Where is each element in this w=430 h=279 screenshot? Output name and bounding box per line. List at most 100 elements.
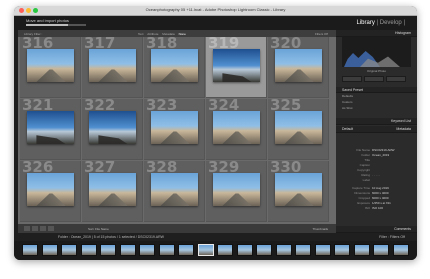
lightroom-window: Oceanphotography 05 +11.lrcat - Adobe Ph… bbox=[14, 6, 417, 260]
meta-label: Label bbox=[362, 178, 370, 182]
keyword-list-header[interactable]: Keyword List bbox=[336, 118, 417, 125]
photo-thumbnail[interactable] bbox=[213, 111, 260, 144]
photo-thumbnail[interactable] bbox=[27, 173, 74, 206]
filmstrip-thumbnail[interactable] bbox=[41, 244, 58, 256]
filmstrip-thumbnail[interactable] bbox=[61, 244, 77, 256]
photo-thumbnail[interactable] bbox=[89, 49, 136, 82]
metadata-preset-dropdown[interactable]: Default bbox=[342, 127, 353, 131]
module-library[interactable]: Library bbox=[357, 20, 375, 26]
grid-cell[interactable]: 325 bbox=[268, 96, 329, 160]
grid-view-button[interactable] bbox=[24, 226, 30, 231]
meta-value-folder[interactable]: Ocean_2019 bbox=[372, 153, 389, 157]
import-status-text: Move and import photos bbox=[26, 18, 69, 23]
photo-thumbnail[interactable] bbox=[89, 111, 136, 144]
filmstrip-thumbnail[interactable] bbox=[256, 244, 272, 256]
meta-value-iso: ISO 100 bbox=[372, 206, 384, 210]
filter-tab-none[interactable]: None bbox=[179, 32, 186, 36]
photo-thumbnail[interactable] bbox=[27, 49, 74, 82]
photo-thumbnail[interactable] bbox=[89, 173, 136, 206]
filmstrip-thumbnail[interactable] bbox=[197, 244, 214, 256]
grid-cell[interactable]: 326 bbox=[20, 158, 81, 222]
filmstrip-thumbnail[interactable] bbox=[80, 244, 97, 256]
photo-thumbnail[interactable] bbox=[27, 111, 74, 144]
comments-header[interactable]: Comments bbox=[336, 226, 417, 233]
histogram-header[interactable]: Histogram bbox=[336, 30, 417, 37]
filmstrip-filter[interactable]: Filter : Filters Off bbox=[379, 235, 405, 239]
grid-view: Library Filter : Text Attribute Metadata… bbox=[18, 30, 336, 233]
meta-label: Rating bbox=[361, 173, 370, 177]
photo-thumbnail[interactable] bbox=[213, 49, 260, 82]
module-develop[interactable]: Develop bbox=[380, 20, 402, 26]
quick-develop-row[interactable]: Custom bbox=[342, 100, 411, 104]
survey-view-button[interactable] bbox=[48, 226, 54, 231]
filmstrip-thumbnail[interactable] bbox=[217, 244, 233, 256]
photo-thumbnail[interactable] bbox=[151, 111, 198, 144]
grid-cell[interactable]: 323 bbox=[144, 96, 205, 160]
meta-label: Capture Time bbox=[351, 186, 370, 190]
grid-cell[interactable]: 321 bbox=[20, 96, 81, 160]
meta-label: File Name bbox=[356, 148, 370, 152]
filmstrip-filter-label: Filter : bbox=[379, 235, 389, 239]
filmstrip-thumbnail[interactable] bbox=[295, 244, 311, 256]
filmstrip-thumbnail[interactable] bbox=[100, 244, 116, 256]
compare-view-button[interactable] bbox=[40, 226, 46, 231]
grid-cell[interactable]: 316 bbox=[20, 34, 81, 98]
grid-cell[interactable]: 329 bbox=[206, 158, 267, 222]
meta-value-rating[interactable]: · · · · · bbox=[372, 173, 380, 177]
filters-off-dropdown[interactable]: Filters Off bbox=[315, 32, 328, 36]
quick-develop-row[interactable]: Defaults bbox=[342, 94, 411, 98]
grid-cell[interactable]: 320 bbox=[268, 34, 329, 98]
photo-thumbnail[interactable] bbox=[275, 49, 322, 82]
grid-cell[interactable]: 318 bbox=[144, 34, 205, 98]
filmstrip-thumbnail[interactable] bbox=[158, 244, 175, 256]
metadata-header[interactable]: Default Metadata bbox=[336, 126, 417, 133]
grid-cell[interactable]: 317 bbox=[82, 34, 143, 98]
filmstrip-thumbnail[interactable] bbox=[314, 244, 331, 256]
metadata-title: Metadata bbox=[396, 127, 411, 131]
grid-cell[interactable]: 322 bbox=[82, 96, 143, 160]
meta-label: Cropped bbox=[358, 196, 370, 200]
filter-tab-text[interactable]: Text bbox=[138, 32, 144, 36]
filmstrip-thumbnail[interactable] bbox=[334, 244, 350, 256]
filmstrip-thumbnail[interactable] bbox=[178, 244, 194, 256]
window-title: Oceanphotography 05 +11.lrcat - Adobe Ph… bbox=[145, 7, 286, 12]
filmstrip-thumbnail[interactable] bbox=[392, 244, 409, 256]
grid-cell[interactable]: 324 bbox=[206, 96, 267, 160]
filmstrip-thumbnail[interactable] bbox=[353, 244, 370, 256]
filmstrip-filter-value[interactable]: Filters Off bbox=[390, 235, 405, 239]
photo-thumbnail[interactable] bbox=[213, 173, 260, 206]
meta-value-exposure: 1/250 s at f/11 bbox=[372, 201, 391, 205]
import-progress-bar bbox=[26, 24, 86, 26]
right-panel: Histogram Original Photo Saved Preset De… bbox=[336, 30, 417, 233]
quick-develop-row[interactable]: As Shot bbox=[342, 106, 411, 110]
quick-develop-toolbar bbox=[342, 76, 411, 83]
meta-value-cropped: 6000 x 4000 bbox=[372, 196, 389, 200]
meta-label: Caption bbox=[359, 163, 370, 167]
filmstrip-thumbnail[interactable] bbox=[236, 244, 253, 256]
filmstrip bbox=[14, 241, 417, 260]
quick-develop-header[interactable]: Saved Preset bbox=[336, 87, 417, 93]
filmstrip-source[interactable]: Folder : Ocean_2019 | 5 of 15 photos / 1… bbox=[58, 235, 164, 239]
meta-label: Title bbox=[364, 158, 370, 162]
grid-cell-selected[interactable]: 319 bbox=[206, 34, 267, 98]
photo-thumbnail[interactable] bbox=[275, 173, 322, 206]
module-picker: Library | Develop | bbox=[357, 20, 406, 26]
photo-thumbnail[interactable] bbox=[275, 111, 322, 144]
thumbnail-size-slider[interactable]: Thumbnails bbox=[312, 227, 328, 231]
sort-order-dropdown[interactable]: Sort: File Name bbox=[88, 227, 109, 231]
identity-plate: Move and import photos Library | Develop… bbox=[14, 16, 417, 30]
grid-cell[interactable]: 328 bbox=[144, 158, 205, 222]
filmstrip-thumbnail[interactable] bbox=[119, 244, 136, 256]
filmstrip-thumbnail[interactable] bbox=[22, 244, 38, 256]
loupe-view-button[interactable] bbox=[32, 226, 38, 231]
grid-cell[interactable]: 330 bbox=[268, 158, 329, 222]
meta-value-file-name[interactable]: DSC02319.ARW bbox=[372, 148, 394, 152]
filmstrip-thumbnail[interactable] bbox=[275, 244, 292, 256]
photo-thumbnail[interactable] bbox=[151, 173, 198, 206]
histogram-graph bbox=[342, 37, 411, 67]
grid-cell[interactable]: 327 bbox=[82, 158, 143, 222]
photo-thumbnail[interactable] bbox=[151, 49, 198, 82]
meta-value-capture-time: 10 Aug 2019 bbox=[372, 186, 389, 190]
filmstrip-thumbnail[interactable] bbox=[139, 244, 155, 256]
filmstrip-thumbnail[interactable] bbox=[373, 244, 389, 256]
